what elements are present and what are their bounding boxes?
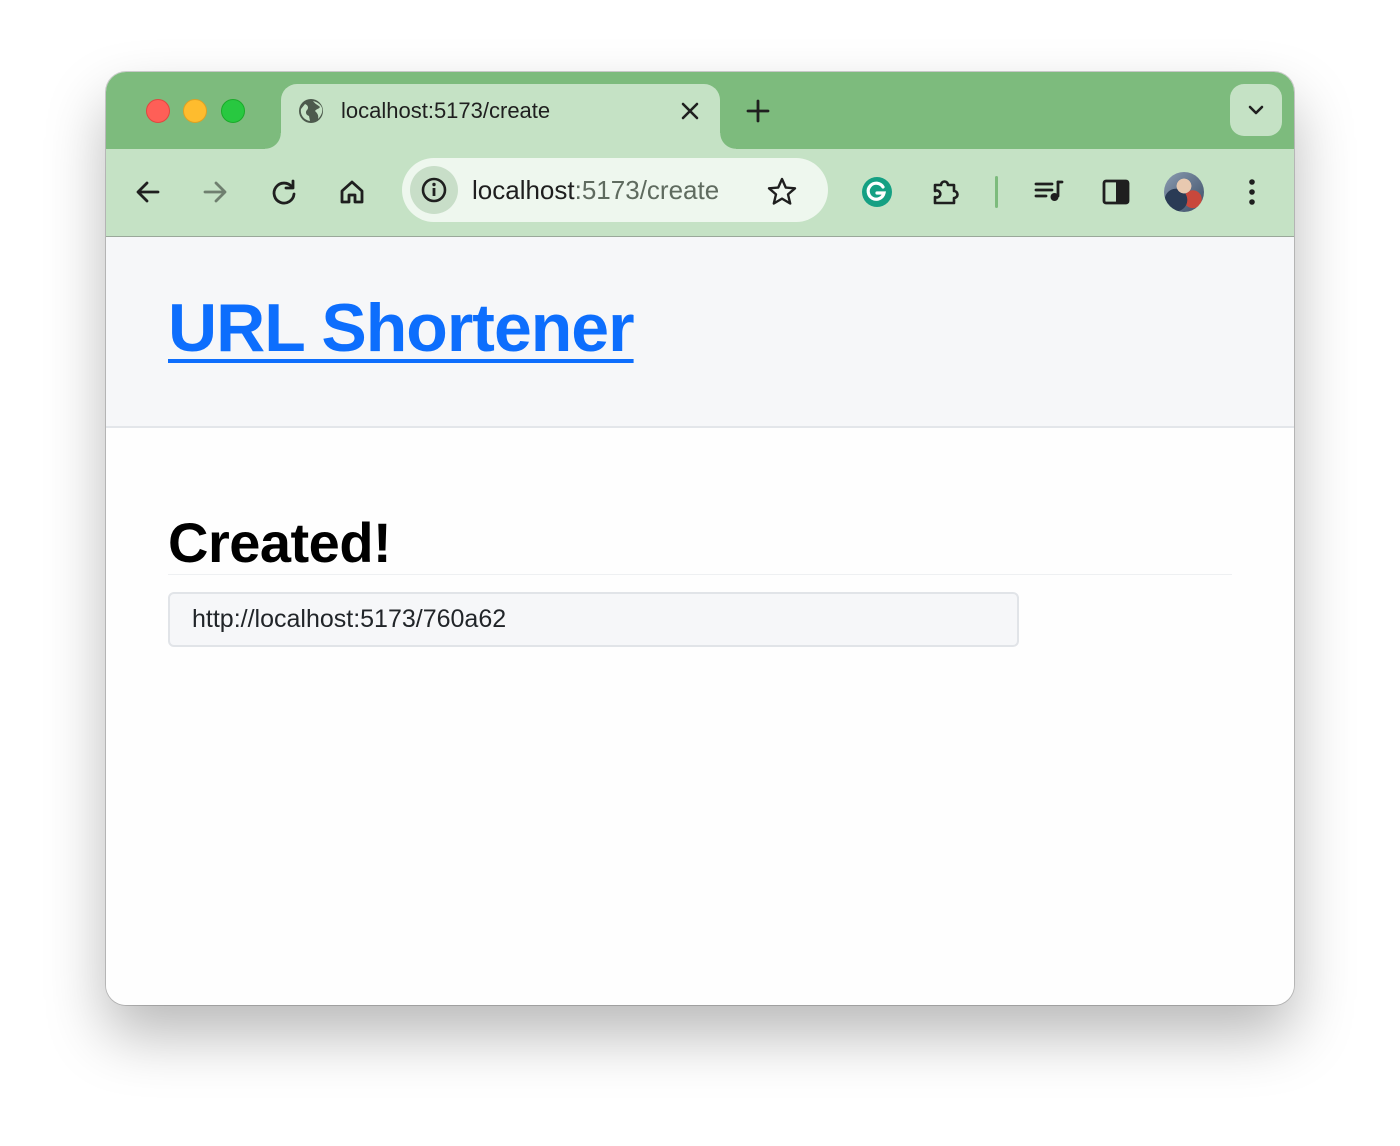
forward-arrow-icon[interactable]: [195, 172, 235, 212]
new-tab-plus-icon[interactable]: [742, 95, 774, 127]
kebab-menu-icon[interactable]: [1232, 172, 1272, 212]
minimize-window-button[interactable]: [183, 99, 207, 123]
tab-title: localhost:5173/create: [341, 98, 551, 123]
browser-toolbar: localhost:5173/create: [106, 149, 1294, 237]
address-bar[interactable]: localhost:5173/create: [402, 158, 828, 222]
back-arrow-icon[interactable]: [128, 172, 168, 212]
site-header: URL Shortener: [106, 237, 1294, 428]
tab-strip: localhost:5173/create: [106, 72, 1294, 149]
browser-window: localhost:5173/create localhost:5173/cre…: [106, 72, 1294, 1005]
zoom-window-button[interactable]: [221, 99, 245, 123]
profile-avatar[interactable]: [1164, 172, 1204, 212]
close-tab-icon[interactable]: [675, 96, 705, 126]
short-url-output[interactable]: http://localhost:5173/760a62: [168, 592, 1019, 647]
toolbar-divider: [995, 176, 998, 208]
address-bar-url[interactable]: localhost:5173/create: [472, 174, 719, 206]
home-icon[interactable]: [332, 172, 372, 212]
tab-search-chevron-down-icon[interactable]: [1230, 84, 1282, 136]
side-panel-icon[interactable]: [1096, 172, 1136, 212]
site-title-link[interactable]: URL Shortener: [168, 289, 635, 367]
extensions-puzzle-icon[interactable]: [926, 172, 966, 212]
created-heading: Created!: [168, 511, 392, 574]
browser-tab-active[interactable]: localhost:5173/create: [265, 84, 736, 149]
close-window-button[interactable]: [146, 99, 170, 123]
grammarly-extension-icon[interactable]: [857, 172, 897, 212]
main-content: Created! http://localhost:5173/760a62: [106, 428, 1294, 1005]
reading-list-icon[interactable]: [1028, 172, 1068, 212]
url-host: localhost: [472, 175, 575, 205]
reload-icon[interactable]: [264, 172, 304, 212]
site-info-icon[interactable]: [410, 166, 458, 214]
bookmark-star-icon[interactable]: [762, 172, 802, 212]
globe-icon: [297, 97, 325, 125]
heading-divider: [168, 574, 1232, 575]
url-path: :5173/create: [574, 175, 720, 205]
